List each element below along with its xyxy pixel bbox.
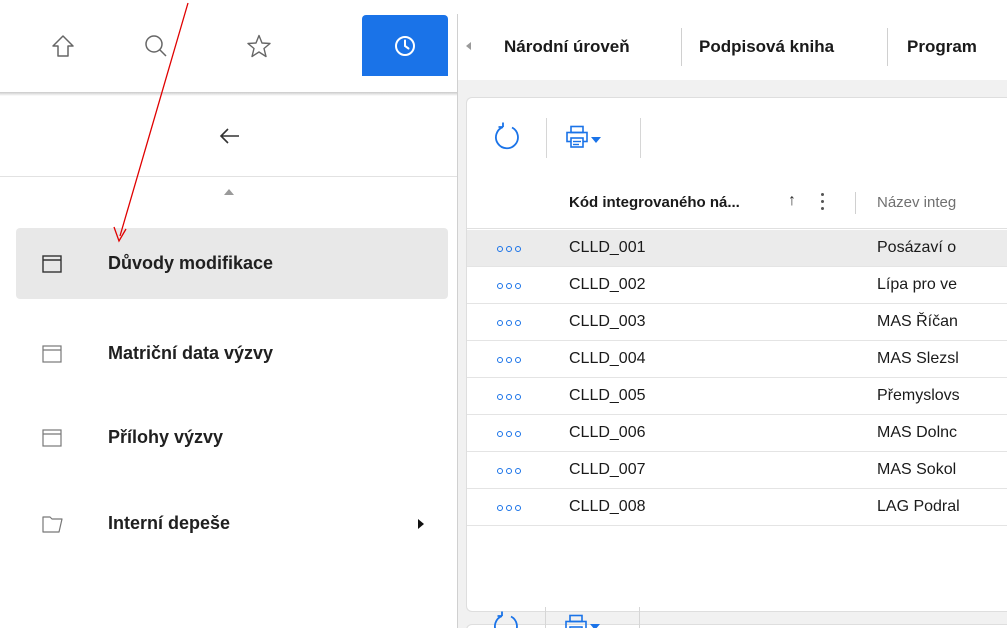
grid-toolbar: [467, 98, 1007, 178]
sort-ascending-icon[interactable]: ↑: [788, 192, 796, 210]
sidebar-item-duvody-modifikace[interactable]: Důvody modifikace: [16, 228, 448, 299]
cell-nazev: MAS Sokol: [877, 461, 957, 478]
row-actions-icon[interactable]: [497, 246, 521, 252]
grid-header: Kód integrovaného ná... ↑ Název integ: [467, 178, 1007, 229]
table-row[interactable]: CLLD_003 MAS Říčan: [467, 304, 1007, 341]
tab-podpisova-kniha[interactable]: Podpisová kniha: [699, 14, 834, 80]
cell-nazev: Posázaví o: [877, 239, 957, 256]
home-icon[interactable]: [35, 16, 91, 76]
toolbar-divider: [545, 607, 546, 628]
table-row[interactable]: CLLD_005 Přemyslovs: [467, 378, 1007, 415]
row-actions-icon[interactable]: [497, 431, 521, 437]
triangle-up-icon: [224, 189, 234, 195]
nav-icon-bar: [0, 0, 458, 93]
window-icon: [42, 429, 62, 447]
cell-kod: CLLD_005: [569, 387, 646, 404]
cell-kod: CLLD_007: [569, 461, 646, 478]
row-actions-icon[interactable]: [497, 283, 521, 289]
grid-panel: Kód integrovaného ná... ↑ Název integ CL…: [466, 97, 1007, 612]
cell-nazev: MAS Dolnc: [877, 424, 958, 441]
table-row[interactable]: CLLD_007 MAS Sokol: [467, 452, 1007, 489]
row-actions-icon[interactable]: [497, 394, 521, 400]
toolbar-divider: [640, 118, 641, 158]
cell-kod: CLLD_008: [569, 498, 646, 515]
arrow-left-icon: [219, 128, 239, 144]
column-header-nazev[interactable]: Název integ: [877, 194, 956, 211]
cell-nazev: MAS Říčan: [877, 313, 958, 330]
refresh-icon[interactable]: [490, 611, 522, 628]
scroll-up-button[interactable]: [0, 188, 458, 212]
table-row[interactable]: CLLD_006 MAS Dolnc: [467, 415, 1007, 452]
row-actions-icon[interactable]: [497, 357, 521, 363]
cell-kod: CLLD_003: [569, 313, 646, 330]
cell-nazev: MAS Slezsl: [877, 350, 959, 367]
cell-kod: CLLD_004: [569, 350, 646, 367]
refresh-icon[interactable]: [491, 122, 523, 154]
clock-icon[interactable]: [362, 15, 448, 76]
row-actions-icon[interactable]: [497, 468, 521, 474]
search-icon[interactable]: [128, 16, 184, 76]
toolbar-divider: [639, 607, 640, 628]
sidebar-item-label: Důvody modifikace: [108, 253, 274, 273]
column-resize-handle[interactable]: [855, 192, 856, 214]
second-grid-toolbar: [466, 604, 1007, 628]
sidebar-item-label: Interní depeše: [108, 513, 231, 533]
table-row[interactable]: CLLD_002 Lípa pro ve: [467, 267, 1007, 304]
cell-kod: CLLD_002: [569, 276, 646, 293]
window-icon: [42, 345, 62, 363]
tab-narodni-uroven[interactable]: Národní úroveň: [504, 14, 630, 80]
star-icon[interactable]: [231, 16, 287, 76]
sidebar-item-label: Matriční data výzvy: [108, 343, 274, 363]
tab-divider: [887, 28, 888, 66]
cell-nazev: Přemyslovs: [877, 387, 960, 404]
tab-strip: Národní úroveň Podpisová kniha Program: [458, 14, 1007, 80]
folder-icon: [42, 516, 63, 533]
print-dropdown-caret-icon[interactable]: [591, 137, 601, 143]
cell-kod: CLLD_006: [569, 424, 646, 441]
table-row[interactable]: CLLD_008 LAG Podral: [467, 489, 1007, 526]
scroll-left-icon[interactable]: [466, 42, 471, 50]
row-actions-icon[interactable]: [497, 320, 521, 326]
tab-program[interactable]: Program: [907, 14, 977, 80]
print-icon[interactable]: [565, 125, 589, 149]
cell-kod: CLLD_001: [569, 239, 646, 256]
print-dropdown-caret-icon[interactable]: [590, 624, 600, 628]
back-button[interactable]: [0, 96, 458, 177]
sidebar-item-label: Přílohy výzvy: [108, 427, 224, 447]
tab-divider: [681, 28, 682, 66]
column-menu-icon[interactable]: [821, 193, 825, 213]
column-header-kod[interactable]: Kód integrovaného ná...: [569, 194, 740, 211]
submenu-arrow-icon: [418, 519, 424, 529]
window-icon: [42, 255, 62, 273]
print-icon[interactable]: [564, 614, 588, 628]
sidebar-item-matricni-data-vyzvy[interactable]: Matriční data výzvy: [16, 318, 448, 389]
table-row[interactable]: CLLD_001 Posázaví o: [467, 230, 1007, 267]
table-row[interactable]: CLLD_004 MAS Slezsl: [467, 341, 1007, 378]
left-navigation-panel: Důvody modifikace Matriční data výzvy Př…: [0, 0, 458, 628]
sidebar-item-prilohy-vyzvy[interactable]: Přílohy výzvy: [16, 402, 448, 473]
cell-nazev: LAG Podral: [877, 498, 960, 515]
cell-nazev: Lípa pro ve: [877, 276, 958, 293]
row-actions-icon[interactable]: [497, 505, 521, 511]
toolbar-divider: [546, 118, 547, 158]
sidebar-item-interni-depese[interactable]: Interní depeše: [16, 488, 448, 559]
